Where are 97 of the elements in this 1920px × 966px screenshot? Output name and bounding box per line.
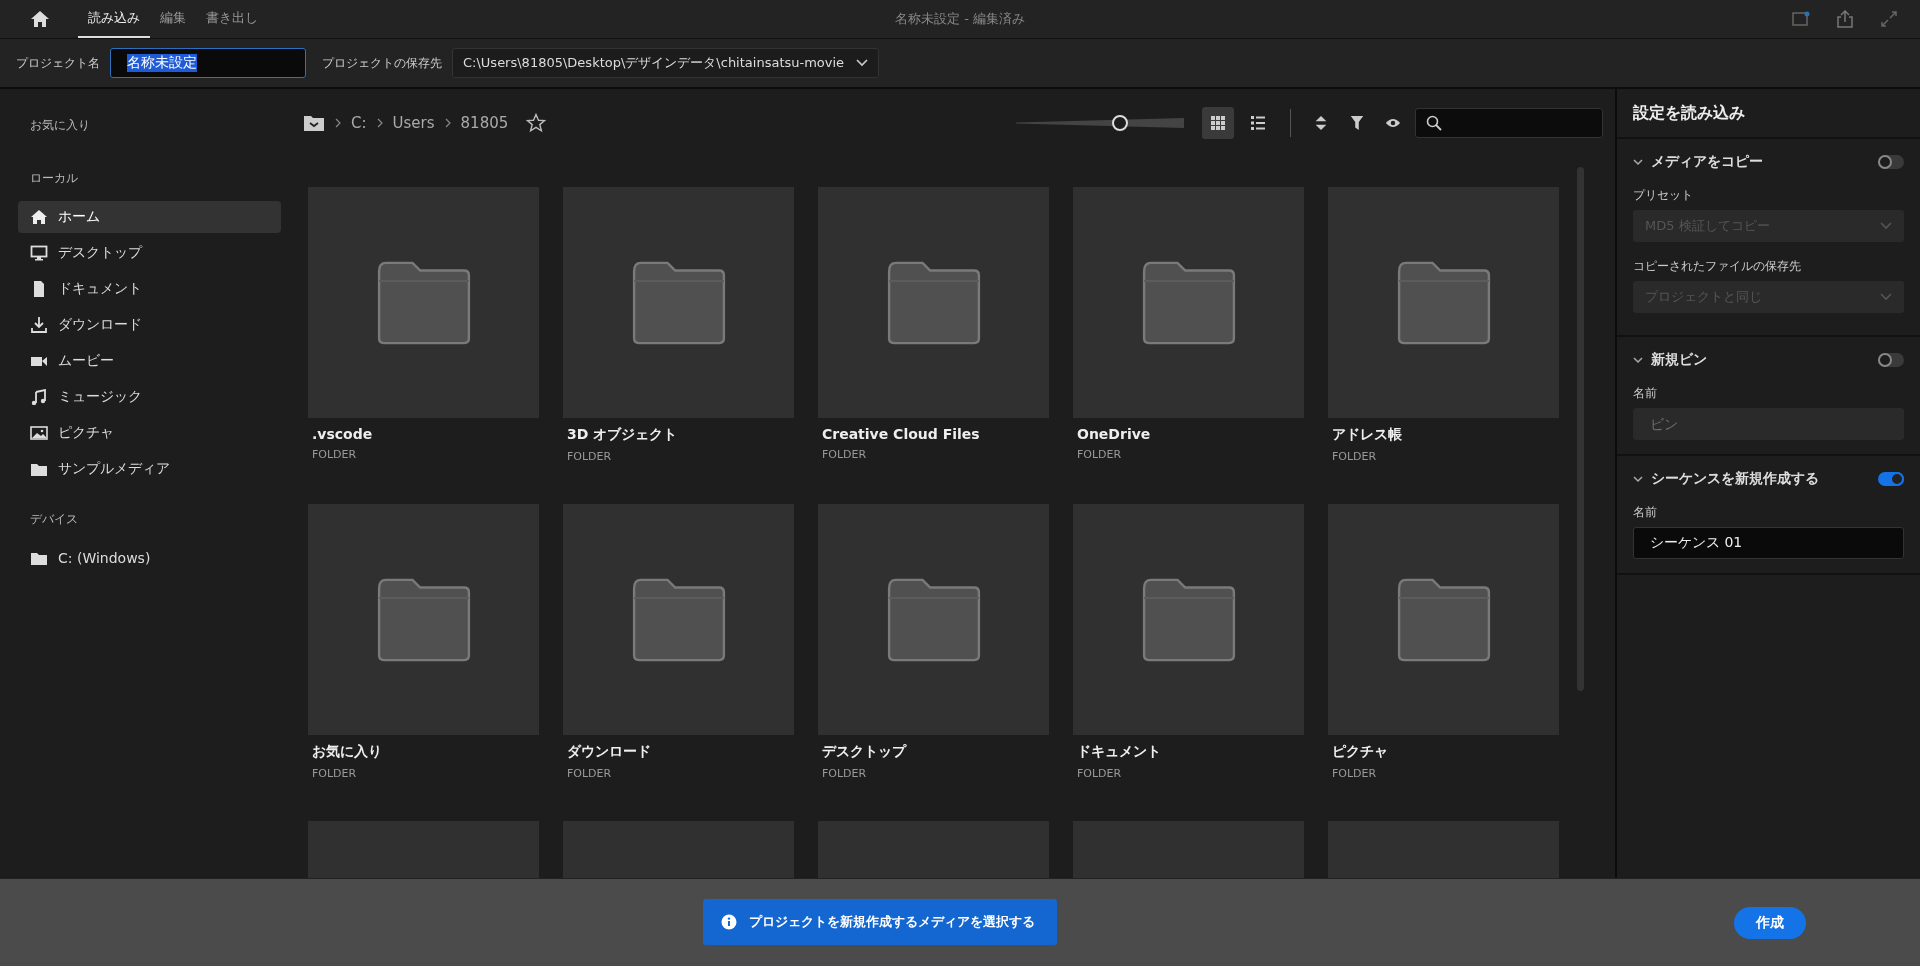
folder-name: お気に入り (312, 743, 383, 761)
breadcrumb-link[interactable]: 81805 (460, 114, 509, 132)
field-label: 名前 (1633, 504, 1658, 521)
list-icon (1250, 115, 1266, 131)
item-type: FOLDER (567, 450, 613, 463)
chevron-down-icon[interactable] (1633, 158, 1643, 166)
section-title: 新規ビン (1651, 351, 1708, 369)
workspace-tab[interactable]: 書き出し (196, 0, 268, 38)
sidebar-item[interactable]: ピクチャ (18, 417, 281, 449)
folder-name: ダウンロード (567, 743, 652, 761)
workspace-tab[interactable]: 編集 (150, 0, 196, 38)
sidebar-item[interactable]: C: (Windows) (18, 542, 281, 574)
toggle-switch[interactable] (1878, 155, 1904, 169)
create-button[interactable]: 作成 (1734, 907, 1806, 939)
field-label: 名前 (1633, 385, 1658, 402)
sidebar-item[interactable]: ホーム (18, 201, 281, 233)
item-type: FOLDER (1332, 767, 1378, 780)
item-type: FOLDER (1332, 450, 1378, 463)
folder-icon (30, 461, 48, 477)
item-type: FOLDER (1077, 448, 1123, 461)
chevron-down-icon (856, 59, 869, 67)
download-icon (30, 317, 48, 333)
home-icon[interactable] (30, 10, 50, 28)
folder-name: OneDrive (1077, 426, 1152, 442)
panel-title: 設定を読み込み (1617, 89, 1920, 139)
chevron-right-icon (335, 118, 341, 128)
image-icon (30, 425, 48, 441)
breadcrumb-link[interactable]: Users (392, 114, 435, 132)
toggle-switch[interactable] (1878, 472, 1904, 486)
chevron-down-icon[interactable] (1633, 356, 1643, 364)
folder-icon (30, 550, 48, 566)
section-heading: お気に入り (29, 117, 91, 134)
folder-name: アドレス帳 (1332, 426, 1403, 444)
banner-text: プロジェクトを新規作成するメディアを選択する (749, 913, 1035, 931)
location-dropdown[interactable]: C:\Users\81805\Desktop\デザインデータ\chitainsatsu-movie (452, 48, 880, 78)
share-icon[interactable] (1836, 10, 1854, 28)
music-note-icon (30, 389, 48, 405)
item-type: FOLDER (312, 448, 358, 461)
folder-name: 3D オブジェクト (567, 426, 679, 444)
folder-name: .vscode (312, 426, 374, 442)
search-field[interactable] (1415, 108, 1603, 138)
name-input-field[interactable]: シーケンス 01 (1633, 527, 1904, 559)
chevron-down-icon[interactable] (1633, 475, 1643, 483)
field-label: プリセット (1633, 187, 1694, 204)
field-label: プロジェクト名 (16, 54, 100, 72)
grid-view-button[interactable] (1202, 107, 1234, 139)
sidebar-item[interactable]: ムービー (18, 345, 281, 377)
section-heading: デバイス (29, 511, 79, 528)
folder-tile[interactable] (818, 504, 1049, 735)
sidebar-item[interactable]: ミュージック (18, 381, 281, 413)
sidebar-item[interactable]: デスクトップ (18, 237, 281, 269)
item-type: FOLDER (822, 448, 868, 461)
home-icon (30, 209, 48, 225)
section-title: メディアをコピー (1651, 153, 1764, 171)
star-icon[interactable] (526, 113, 547, 133)
folder-tile[interactable] (308, 504, 539, 735)
section-title: シーケンスを新規作成する (1651, 470, 1820, 488)
item-type: FOLDER (567, 767, 613, 780)
folder-tile[interactable] (563, 504, 794, 735)
grid-icon (1210, 115, 1226, 131)
search-icon (1426, 115, 1442, 131)
panel-icon[interactable] (1792, 10, 1810, 28)
chevron-down-icon (1880, 222, 1892, 230)
item-type: FOLDER (1077, 767, 1123, 780)
project-name-field[interactable]: 名称未設定 (110, 48, 306, 78)
thumbnail-size-slider[interactable] (1016, 115, 1184, 131)
filter-icon[interactable] (1349, 115, 1365, 131)
folder-name: ピクチャ (1332, 743, 1389, 761)
sort-icon[interactable] (1313, 115, 1329, 131)
chevron-down-icon (1880, 293, 1892, 301)
folder-tile[interactable] (308, 187, 539, 418)
folder-name: Creative Cloud Files (822, 426, 981, 442)
folder-name: デスクトップ (822, 743, 908, 761)
folder-tile[interactable] (1073, 504, 1304, 735)
section-heading: ローカル (29, 170, 79, 187)
sidebar-item[interactable]: ドキュメント (18, 273, 281, 305)
toggle-switch[interactable] (1878, 353, 1904, 367)
folder-tile[interactable] (1328, 187, 1559, 418)
folder-tile[interactable] (818, 187, 1049, 418)
item-type: FOLDER (822, 767, 868, 780)
breadcrumb-link[interactable]: C: (351, 114, 367, 132)
folder-tile[interactable] (563, 187, 794, 418)
chevron-right-icon (444, 118, 451, 128)
item-type: FOLDER (312, 767, 358, 780)
folder-name: ドキュメント (1077, 743, 1162, 761)
sidebar-item[interactable]: ダウンロード (18, 309, 281, 341)
field-label: プロジェクトの保存先 (322, 54, 442, 72)
monitor-icon (30, 245, 48, 261)
chevron-right-icon (376, 118, 383, 128)
sidebar-item[interactable]: サンプルメディア (18, 453, 281, 485)
info-icon (721, 914, 737, 930)
folder-tile[interactable] (1073, 187, 1304, 418)
field-label: コピーされたファイルの保存先 (1633, 258, 1802, 275)
fullscreen-icon[interactable] (1880, 10, 1898, 28)
folder-dropdown-icon[interactable] (303, 114, 325, 132)
folder-tile[interactable] (1328, 504, 1559, 735)
window-title: 名称未設定 - 編集済み (895, 10, 1025, 28)
